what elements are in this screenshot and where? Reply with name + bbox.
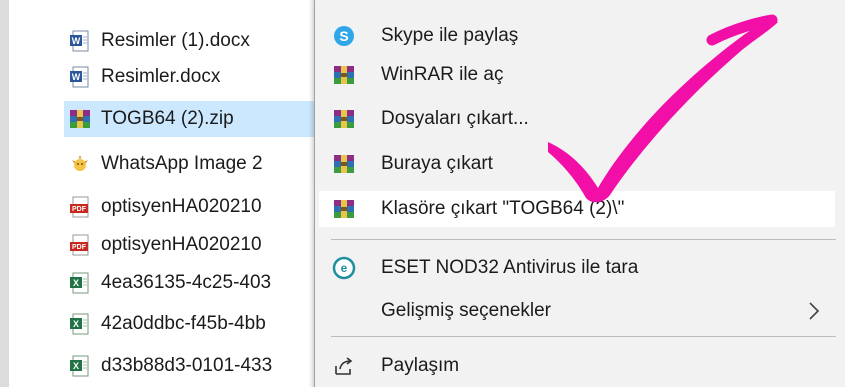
svg-text:W: W — [72, 72, 81, 82]
menu-separator — [331, 336, 836, 337]
menu-item-share[interactable]: Paylaşım — [315, 348, 835, 384]
file-list: W Resimler (1).docx W Resimler.docx TOGB… — [9, 0, 321, 387]
menu-item-eset-scan[interactable]: e ESET NOD32 Antivirus ile tara — [315, 250, 835, 286]
menu-item-label: Buraya çıkart — [381, 153, 493, 174]
excel-file-icon: X — [67, 270, 93, 296]
menu-item-extract-files[interactable]: Dosyaları çıkart... — [315, 101, 835, 137]
menu-item-advanced-options[interactable]: Gelişmiş seçenekler — [315, 293, 835, 329]
pdf-file-icon: PDF — [67, 194, 93, 220]
file-name: TOGB64 (2).zip — [101, 108, 234, 129]
excel-file-icon: X — [67, 311, 93, 337]
svg-text:S: S — [339, 28, 348, 44]
menu-item-label: Paylaşım — [381, 355, 460, 376]
svg-text:X: X — [73, 319, 79, 329]
list-item-selected[interactable]: TOGB64 (2).zip — [64, 101, 321, 137]
menu-item-label: WinRAR ile aç — [381, 64, 504, 85]
menu-item-extract-here[interactable]: Buraya çıkart — [315, 146, 835, 182]
excel-file-icon: X — [67, 353, 93, 379]
list-item[interactable]: PDF optisyenHA020210 — [67, 189, 321, 225]
file-name: 4ea36135-4c25-403 — [101, 272, 272, 293]
list-item[interactable]: W Resimler.docx — [67, 59, 321, 95]
list-item[interactable]: X 42a0ddbc-f45b-4bb — [67, 306, 321, 342]
list-item[interactable]: X d33b88d3-0101-433 — [67, 348, 321, 384]
menu-item-label: Gelişmiş seçenekler — [381, 300, 551, 321]
menu-separator — [331, 239, 836, 240]
file-name: Resimler (1).docx — [101, 30, 250, 51]
menu-item-skype-share[interactable]: S Skype ile paylaş — [315, 18, 835, 54]
menu-item-label: Klasöre çıkart "TOGB64 (2)\" — [381, 198, 625, 219]
svg-text:PDF: PDF — [72, 244, 87, 251]
chevron-right-icon — [807, 300, 821, 322]
word-doc-icon: W — [67, 28, 93, 54]
svg-text:X: X — [73, 361, 79, 371]
navigation-pane-edge — [0, 0, 9, 387]
winrar-archive-icon — [67, 106, 93, 132]
menu-item-open-with-winrar[interactable]: WinRAR ile aç — [315, 57, 835, 93]
list-item[interactable]: PDF optisyenHA020210 — [67, 227, 321, 263]
svg-text:X: X — [73, 278, 79, 288]
menu-item-label: ESET NOD32 Antivirus ile tara — [381, 257, 639, 278]
list-item[interactable]: WhatsApp Image 2 — [67, 146, 321, 182]
pdf-file-icon: PDF — [67, 232, 93, 258]
file-name: WhatsApp Image 2 — [101, 153, 263, 174]
file-name: optisyenHA020210 — [101, 196, 262, 217]
context-menu: S Skype ile paylaş WinRAR ile aç Dosyala… — [314, 0, 845, 387]
eset-icon: e — [331, 255, 357, 281]
list-item[interactable]: W Resimler (1).docx — [67, 23, 321, 59]
skype-icon: S — [331, 23, 357, 49]
file-name: optisyenHA020210 — [101, 234, 262, 255]
word-doc-icon: W — [67, 64, 93, 90]
menu-item-extract-to-folder[interactable]: Klasöre çıkart "TOGB64 (2)\" — [319, 191, 835, 227]
svg-text:PDF: PDF — [72, 206, 87, 213]
svg-text:e: e — [341, 261, 348, 275]
winrar-icon — [331, 106, 357, 132]
file-name: d33b88d3-0101-433 — [101, 355, 273, 376]
image-file-icon — [67, 151, 93, 177]
share-icon — [331, 353, 357, 379]
menu-item-label: Skype ile paylaş — [381, 25, 519, 46]
svg-text:W: W — [72, 36, 81, 46]
file-name: 42a0ddbc-f45b-4bb — [101, 313, 266, 334]
winrar-icon — [331, 196, 357, 222]
list-item[interactable]: X 4ea36135-4c25-403 — [67, 265, 321, 301]
screenshot-root: W Resimler (1).docx W Resimler.docx TOGB… — [0, 0, 845, 387]
winrar-icon — [331, 151, 357, 177]
menu-item-label: Dosyaları çıkart... — [381, 108, 529, 129]
file-name: Resimler.docx — [101, 66, 221, 87]
winrar-icon — [331, 62, 357, 88]
